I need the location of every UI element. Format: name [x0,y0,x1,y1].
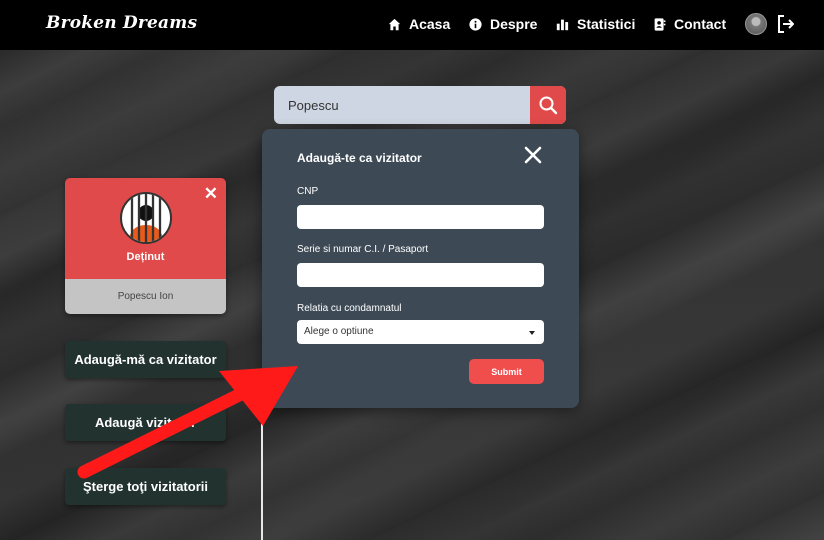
cnp-field[interactable] [297,205,544,229]
nav-label-contact: Contact [674,16,727,32]
add-me-as-visitor-button[interactable]: Adaugă-mă ca vizitator [65,341,226,378]
nav-item-contact[interactable]: Contact [653,16,726,32]
logout-icon[interactable] [776,14,796,34]
inmate-role-label: Deținut [126,251,165,263]
nav-item-despre[interactable]: Despre [469,16,537,32]
search-input[interactable] [274,86,530,124]
brand-logo[interactable]: Broken Dreams [46,13,197,33]
close-icon[interactable]: ✕ [204,184,218,204]
info-icon [469,17,482,31]
cnp-label: CNP [297,186,319,197]
bar-chart-icon [556,19,569,30]
id-document-field[interactable] [297,263,544,287]
id-document-label: Serie si numar C.I. / Pasaport [297,244,429,255]
add-visitor-modal: Adaugă-te ca vizitator CNP Serie si numa… [262,129,579,408]
inmate-card-header: ✕ Deținut [65,178,226,279]
user-avatar[interactable] [745,13,767,35]
prisoner-avatar-icon [120,192,172,244]
relation-label: Relatia cu condamnatul [297,303,402,314]
nav-label-statistici: Statistici [577,16,636,32]
inmate-card: ✕ Deținut Popescu Ion [65,178,226,314]
modal-title: Adaugă-te ca vizitator [297,151,422,165]
nav-item-acasa[interactable]: Acasa [388,16,450,32]
nav-label-despre: Despre [490,16,538,32]
nav-item-statistici[interactable]: Statistici [556,16,635,32]
relation-select[interactable]: Alege o optiune [297,320,544,344]
submit-button[interactable]: Submit [469,359,544,384]
chevron-down-icon [529,331,535,335]
search-button[interactable] [530,86,566,124]
nav-label-acasa: Acasa [409,16,451,32]
top-navbar: Broken Dreams Acasa Despre Statistici Co… [0,0,824,50]
divider-line [261,400,263,540]
inmate-name: Popescu Ion [65,279,226,314]
add-visitor-button[interactable]: Adaugă vizitator [65,404,226,441]
close-icon[interactable] [524,146,542,164]
relation-select-value: Alege o optiune [304,326,374,337]
home-icon [388,18,401,30]
search-bar [274,86,566,124]
delete-all-visitors-button[interactable]: Şterge toţi vizitatorii [65,468,226,505]
search-icon [539,96,558,115]
contact-card-icon [654,17,666,31]
